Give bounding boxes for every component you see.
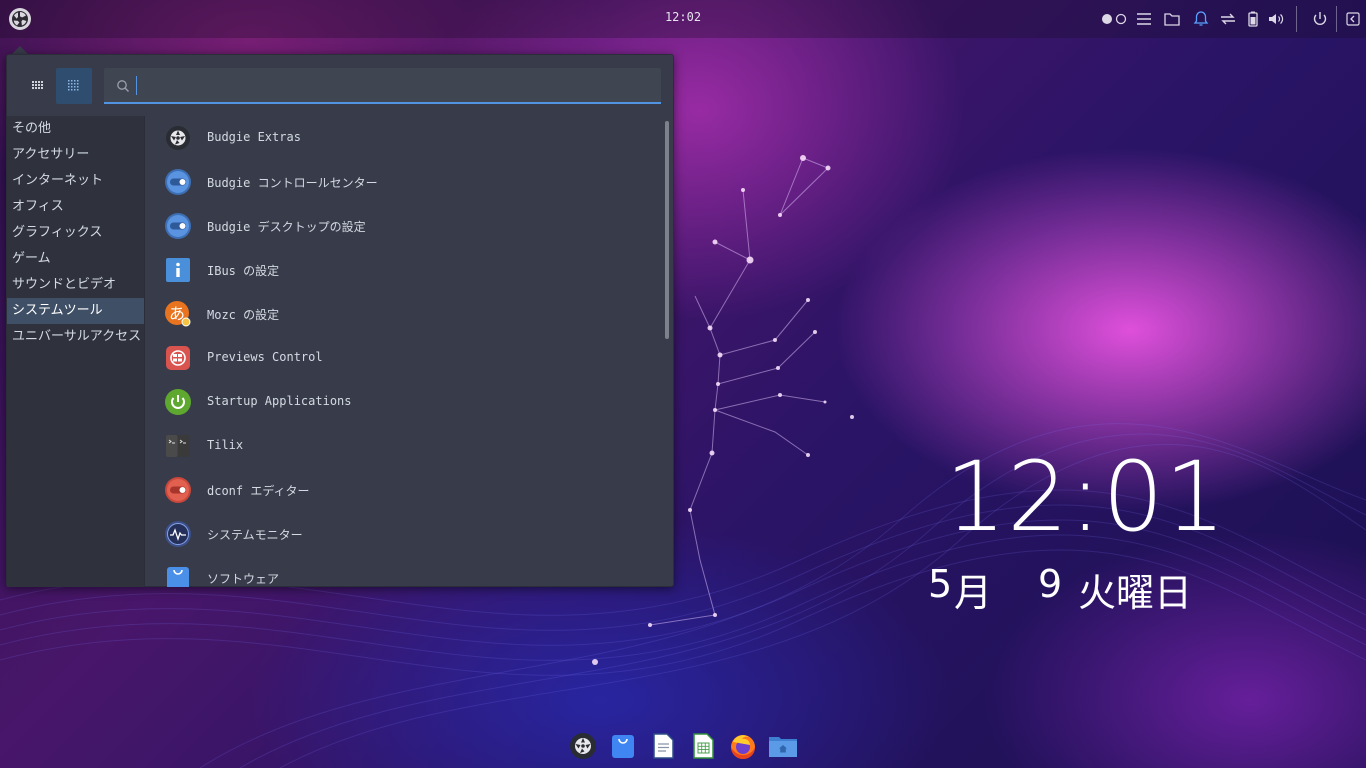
app-item-system-monitor[interactable]: システムモニター (164, 514, 634, 554)
app-item-software[interactable]: ソフトウェア (164, 558, 634, 587)
app-label: Budgie コントロールセンター (207, 176, 378, 190)
app-item-startup-applications[interactable]: Startup Applications (164, 382, 634, 422)
app-label: Startup Applications (207, 394, 352, 408)
app-label: Tilix (207, 438, 244, 452)
dock (560, 728, 810, 764)
app-item-budgie-desktop-settings[interactable]: Budgie デスクトップの設定 (164, 206, 634, 246)
grid-icon (32, 81, 43, 89)
category-other[interactable]: その他 (7, 116, 144, 142)
app-label: Previews Control (207, 350, 323, 364)
category-games[interactable]: ゲーム (7, 246, 144, 272)
system-monitor-icon (165, 521, 191, 547)
date-month-unit: 月 (954, 571, 993, 615)
mozc-icon: あ (165, 301, 191, 327)
panel-separator (1336, 6, 1337, 32)
search-input[interactable] (136, 72, 646, 100)
app-label: Budgie Extras (207, 130, 301, 144)
app-item-ibus-settings[interactable]: IBus の設定 (164, 250, 634, 290)
category-accessories[interactable]: アクセサリー (7, 142, 144, 168)
app-list: Budgie Extras Budgie コントロールセンター Budgie デ… (146, 116, 673, 587)
raven-toggle-icon[interactable] (1343, 9, 1363, 29)
date-day: 9 (1038, 562, 1063, 606)
category-graphics[interactable]: グラフィックス (7, 220, 144, 246)
top-panel: 12:02 (0, 0, 1366, 38)
app-item-budgie-control-center[interactable]: Budgie コントロールセンター (164, 162, 634, 202)
budgie-desktop-settings-icon (165, 213, 191, 239)
category-system-tools[interactable]: システムツール (7, 298, 144, 324)
app-label: Mozc の設定 (207, 308, 280, 322)
dock-firefox-icon[interactable] (729, 732, 757, 760)
volume-icon[interactable] (1266, 9, 1286, 29)
dock-files-icon[interactable] (767, 732, 799, 760)
dock-software-center-icon[interactable] (609, 732, 637, 760)
dock-text-editor-icon[interactable] (649, 732, 677, 760)
app-label: dconf エディター (207, 484, 310, 498)
category-sidebar: その他 アクセサリー インターネット オフィス グラフィックス ゲーム サウンド… (7, 116, 145, 587)
search-icon (117, 80, 129, 92)
desktop-clock-time: 12:01 (945, 441, 1227, 553)
app-item-budgie-extras[interactable]: Budgie Extras (164, 118, 634, 158)
grid-view-button[interactable] (20, 68, 56, 104)
list-view-button[interactable] (56, 68, 92, 104)
app-item-mozc-settings[interactable]: あ Mozc の設定 (164, 294, 634, 334)
list-icon (68, 80, 79, 91)
ibus-info-icon (166, 258, 190, 282)
previews-control-icon (166, 346, 190, 370)
application-menu: その他 アクセサリー インターネット オフィス グラフィックス ゲーム サウンド… (6, 54, 674, 587)
menu-pointer (12, 46, 28, 54)
category-internet[interactable]: インターネット (7, 168, 144, 194)
app-label: ソフトウェア (207, 572, 280, 586)
category-universal-access[interactable]: ユニバーサルアクセス (7, 324, 144, 350)
notification-bell-icon[interactable] (1191, 9, 1211, 29)
panel-separator (1296, 6, 1297, 32)
app-label: システムモニター (207, 528, 303, 542)
startup-power-icon (165, 389, 191, 415)
date-month: 5 (928, 562, 953, 606)
folder-icon[interactable] (1162, 9, 1182, 29)
budgie-logo-icon (9, 8, 31, 30)
network-icon[interactable] (1218, 9, 1238, 29)
dock-spreadsheet-icon[interactable] (689, 732, 717, 760)
battery-icon[interactable] (1243, 9, 1263, 29)
category-office[interactable]: オフィス (7, 194, 144, 220)
budgie-logo-icon (166, 126, 190, 150)
category-sound-video[interactable]: サウンドとビデオ (7, 272, 144, 298)
budgie-menu-button[interactable] (8, 7, 32, 31)
app-item-tilix[interactable]: Tilix (164, 426, 634, 466)
tilix-terminal-icon (166, 435, 190, 457)
raven-menu-icon[interactable] (1134, 9, 1154, 29)
budgie-control-icon (165, 169, 191, 195)
app-list-scrollbar[interactable] (665, 121, 669, 339)
date-weekday: 火曜日 (1078, 571, 1193, 615)
app-label: IBus の設定 (207, 264, 280, 278)
app-item-previews-control[interactable]: Previews Control (164, 338, 634, 378)
search-box[interactable] (104, 68, 661, 104)
dock-budgie-logo-icon[interactable] (569, 732, 597, 760)
app-item-dconf-editor[interactable]: dconf エディター (164, 470, 634, 510)
app-label: Budgie デスクトップの設定 (207, 220, 366, 234)
text-caret (136, 76, 137, 95)
panel-clock[interactable]: 12:02 (650, 10, 716, 24)
power-icon[interactable] (1310, 9, 1330, 29)
dconf-editor-icon (165, 477, 191, 503)
software-bag-icon (167, 567, 189, 587)
workspace-2-icon[interactable] (1111, 9, 1131, 29)
